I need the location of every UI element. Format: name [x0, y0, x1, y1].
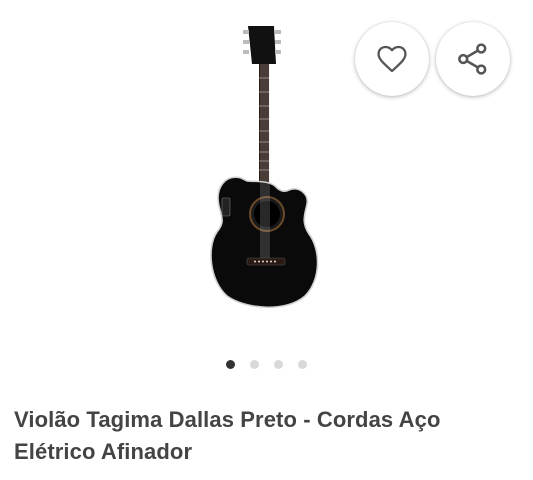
gallery-pagination: [0, 358, 533, 370]
pagination-dot-4[interactable]: [298, 359, 307, 369]
pagination-dot-2[interactable]: [250, 359, 259, 369]
pagination-dot-1[interactable]: [226, 359, 235, 369]
heart-icon: [377, 45, 407, 73]
product-title: Violão Tagima Dallas Preto - Cordas Aço …: [14, 407, 441, 464]
share-button[interactable]: [436, 22, 510, 96]
share-icon: [458, 43, 487, 75]
favorite-button[interactable]: [355, 22, 429, 96]
guitar-product-image: [210, 26, 319, 309]
pagination-dot-3[interactable]: [274, 359, 283, 369]
product-image-gallery[interactable]: [0, 0, 533, 340]
